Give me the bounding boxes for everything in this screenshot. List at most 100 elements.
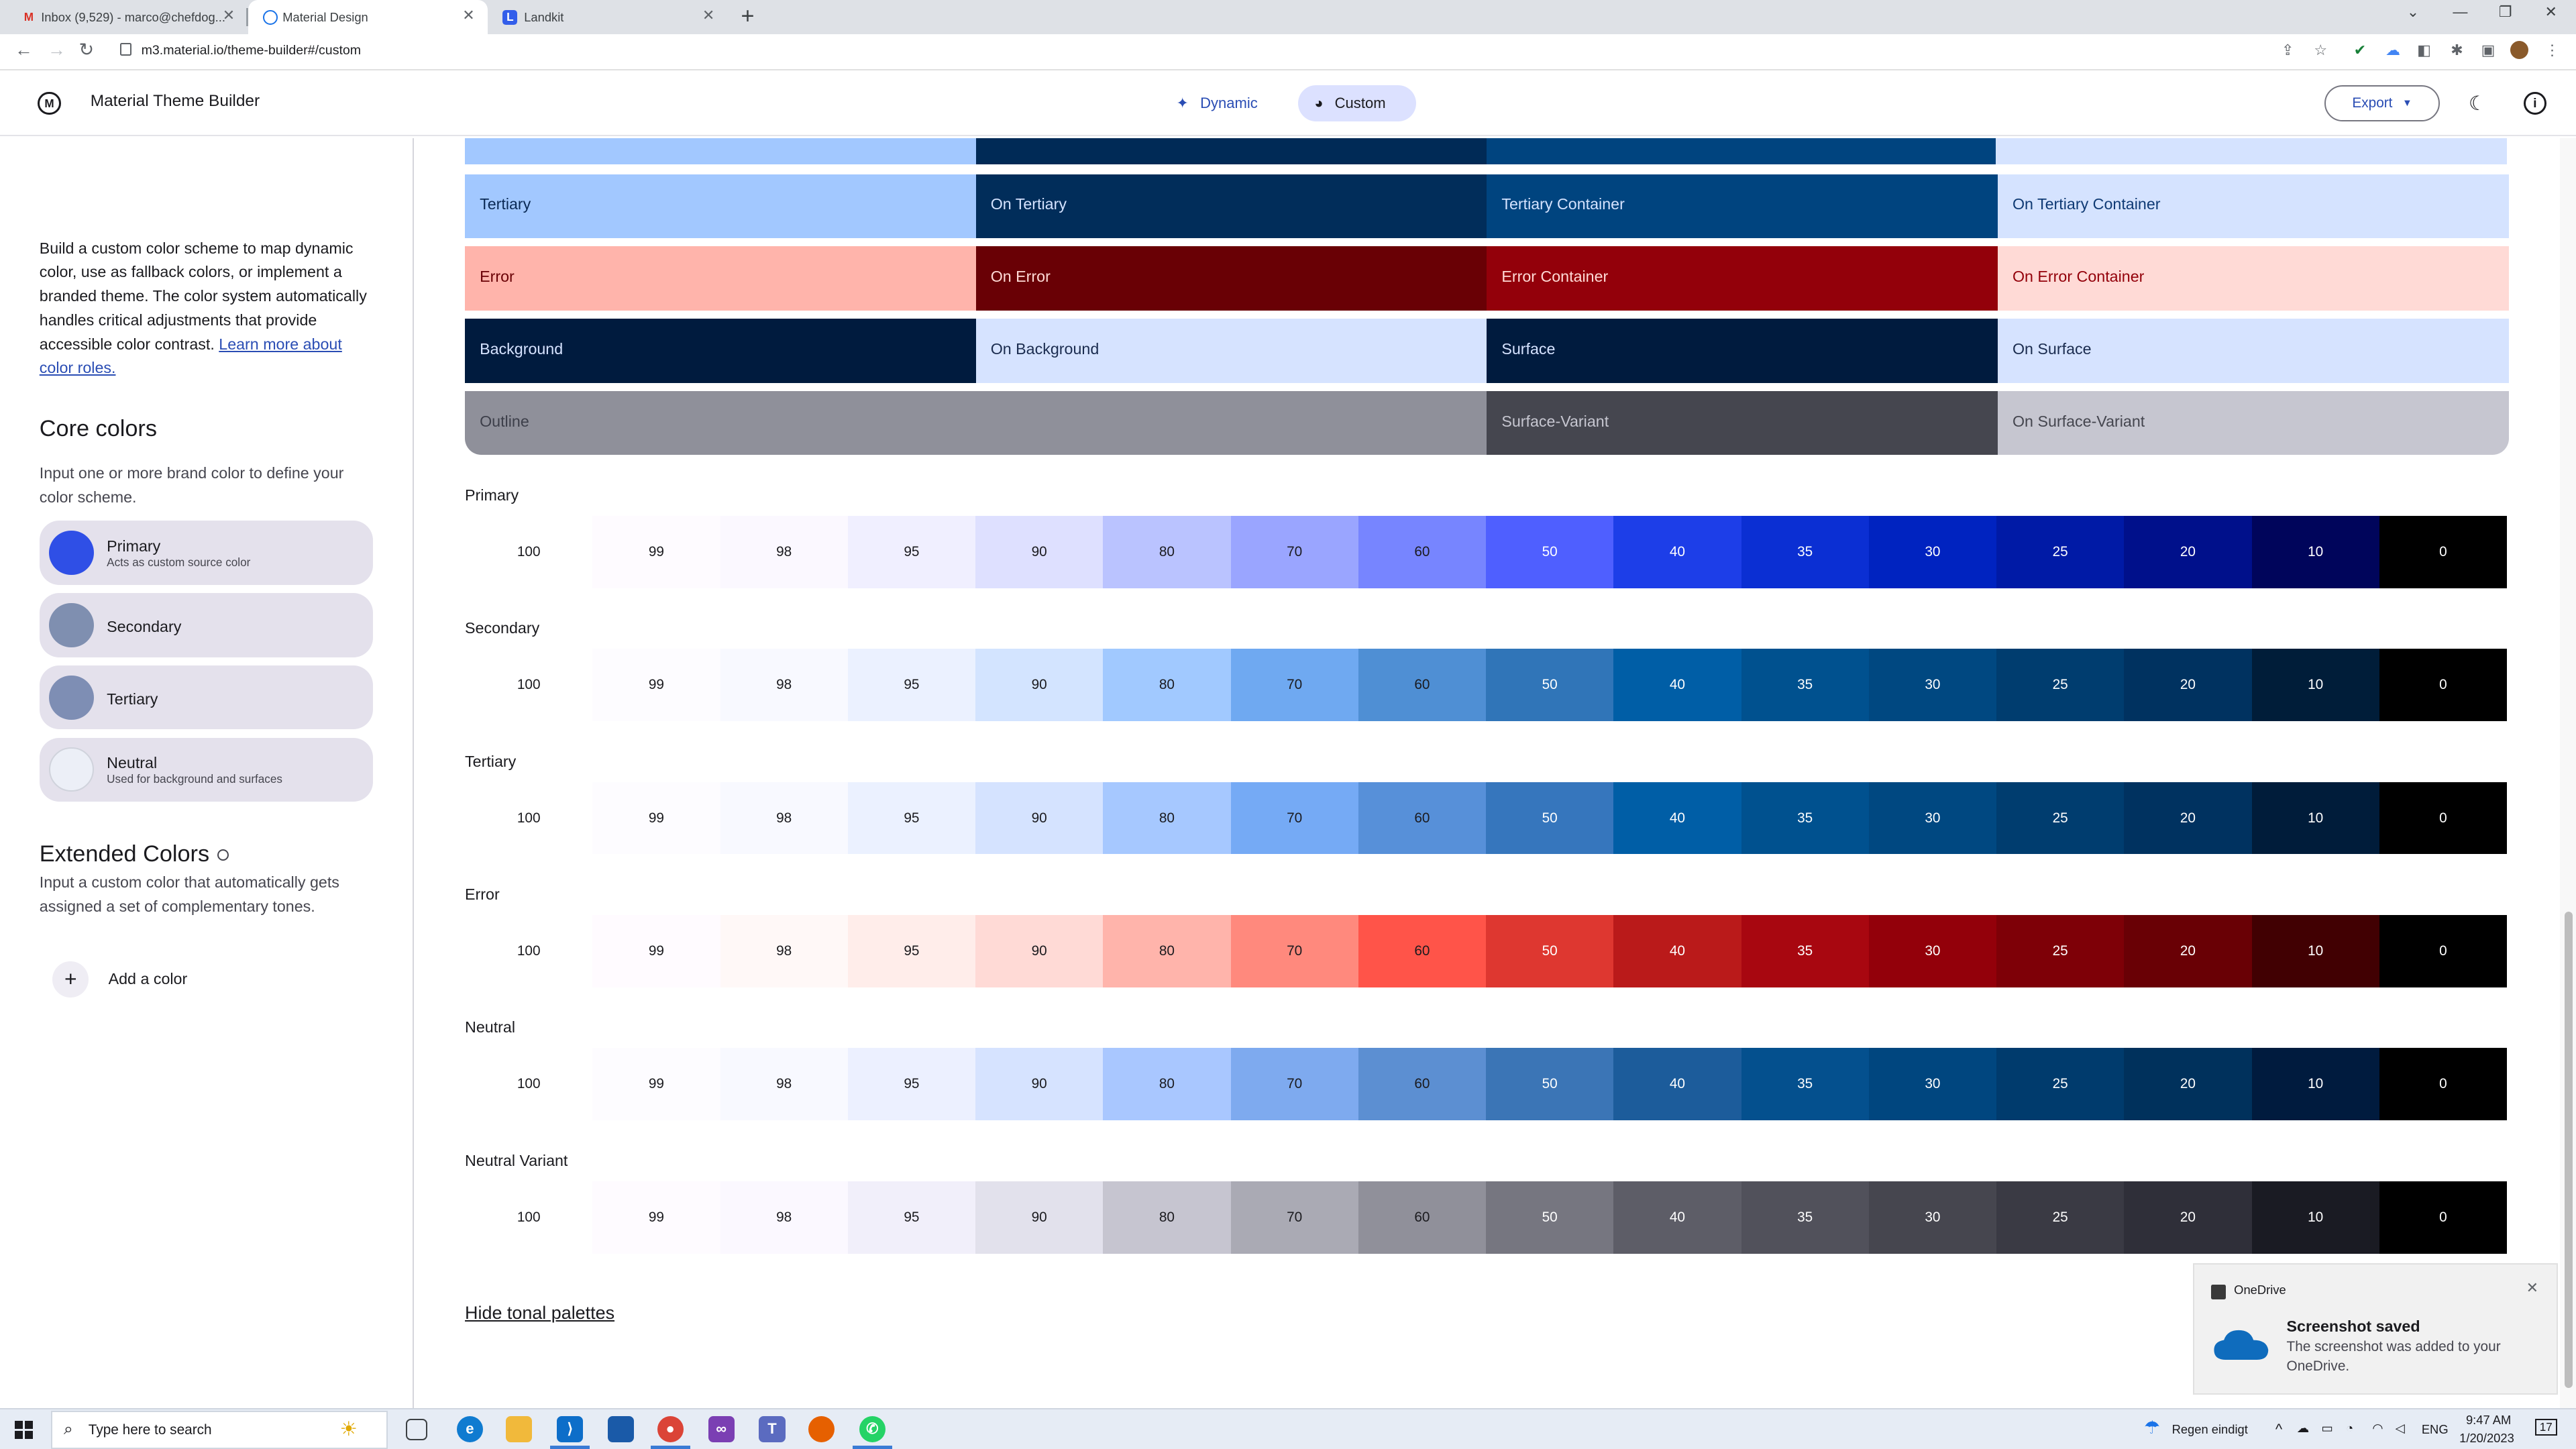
- volume-icon[interactable]: ◁: [2396, 1421, 2405, 1436]
- role-cell[interactable]: Tertiary: [465, 174, 976, 239]
- tone-swatch[interactable]: 70: [1230, 1048, 1358, 1121]
- dark-mode-icon[interactable]: ☾: [2466, 92, 2489, 115]
- tone-swatch[interactable]: 70: [1230, 515, 1358, 588]
- core-color-primary[interactable]: Primary Acts as custom source color: [39, 521, 373, 585]
- tone-swatch[interactable]: 35: [1741, 515, 1869, 588]
- tone-swatch[interactable]: 0: [2379, 649, 2508, 722]
- tab-material-design[interactable]: Material Design ✕: [248, 0, 488, 35]
- tone-swatch[interactable]: 99: [592, 782, 720, 855]
- info-icon[interactable]: [217, 849, 229, 861]
- role-cell[interactable]: Surface-Variant: [1487, 390, 1998, 455]
- tone-swatch[interactable]: 40: [1613, 1181, 1741, 1254]
- tone-swatch[interactable]: 20: [2124, 915, 2252, 987]
- notification-center-icon[interactable]: 17: [2534, 1419, 2557, 1436]
- tone-swatch[interactable]: 60: [1358, 1181, 1487, 1254]
- tone-swatch[interactable]: 20: [2124, 649, 2252, 722]
- color-swatch[interactable]: [49, 602, 94, 647]
- role-cell[interactable]: On Background: [975, 319, 1487, 383]
- tone-swatch[interactable]: 35: [1741, 1048, 1869, 1121]
- tone-swatch[interactable]: 95: [847, 1048, 976, 1121]
- tone-swatch[interactable]: 90: [975, 515, 1104, 588]
- tone-swatch[interactable]: 90: [975, 1048, 1104, 1121]
- file-explorer-icon[interactable]: [506, 1415, 533, 1442]
- tone-swatch[interactable]: 0: [2379, 915, 2508, 987]
- tone-swatch[interactable]: 30: [1868, 649, 1997, 722]
- tone-swatch[interactable]: 35: [1741, 782, 1869, 855]
- tone-swatch[interactable]: 98: [720, 782, 848, 855]
- extension-icon[interactable]: ◧: [2415, 41, 2433, 59]
- tone-swatch[interactable]: 60: [1358, 915, 1487, 987]
- tone-swatch[interactable]: 100: [465, 915, 593, 987]
- tone-swatch[interactable]: 80: [1103, 1048, 1231, 1121]
- role-cell[interactable]: On Tertiary: [975, 174, 1487, 239]
- role-cell[interactable]: Tertiary Container: [1487, 174, 1998, 239]
- tone-swatch[interactable]: 90: [975, 649, 1104, 722]
- tone-swatch[interactable]: 60: [1358, 649, 1487, 722]
- tone-swatch[interactable]: 60: [1358, 1048, 1487, 1121]
- tone-swatch[interactable]: 70: [1230, 915, 1358, 987]
- tone-swatch[interactable]: 10: [2251, 782, 2379, 855]
- tone-swatch[interactable]: 70: [1230, 782, 1358, 855]
- tone-swatch[interactable]: 20: [2124, 515, 2252, 588]
- core-color-neutral[interactable]: Neutral Used for background and surfaces: [39, 737, 373, 802]
- tray-chevron-icon[interactable]: ^: [2275, 1421, 2282, 1438]
- new-tab-icon[interactable]: +: [741, 3, 754, 30]
- dynamic-button[interactable]: ✦ Dynamic: [1160, 85, 1274, 121]
- tone-swatch[interactable]: 100: [465, 1048, 593, 1121]
- tone-swatch[interactable]: 50: [1486, 1181, 1614, 1254]
- tone-swatch[interactable]: 50: [1486, 649, 1614, 722]
- weather-text[interactable]: Regen eindigt: [2172, 1422, 2248, 1437]
- tone-swatch[interactable]: 10: [2251, 1048, 2379, 1121]
- tone-swatch[interactable]: 40: [1613, 649, 1741, 722]
- vscode-icon[interactable]: ⟩: [550, 1415, 590, 1449]
- restore-icon[interactable]: ❐: [2499, 3, 2512, 21]
- tone-swatch[interactable]: 99: [592, 649, 720, 722]
- tone-swatch[interactable]: 10: [2251, 915, 2379, 987]
- tone-swatch[interactable]: 30: [1868, 782, 1997, 855]
- tone-swatch[interactable]: 90: [975, 782, 1104, 855]
- whatsapp-icon[interactable]: ✆: [853, 1415, 892, 1449]
- close-window-icon[interactable]: ✕: [2545, 3, 2557, 21]
- hide-tonal-palettes-link[interactable]: Hide tonal palettes: [465, 1303, 614, 1324]
- tone-swatch[interactable]: 0: [2379, 1181, 2508, 1254]
- extension-icon[interactable]: ☁: [2383, 41, 2402, 59]
- tone-swatch[interactable]: 100: [465, 649, 593, 722]
- chrome-icon[interactable]: ●: [650, 1415, 690, 1449]
- tone-swatch[interactable]: 40: [1613, 1048, 1741, 1121]
- tone-swatch[interactable]: 98: [720, 1048, 848, 1121]
- tone-swatch[interactable]: 98: [720, 515, 848, 588]
- close-icon[interactable]: ✕: [2526, 1279, 2538, 1297]
- task-view-icon[interactable]: [405, 1419, 427, 1441]
- tone-swatch[interactable]: 100: [465, 782, 593, 855]
- tone-swatch[interactable]: 25: [1996, 782, 2125, 855]
- back-icon[interactable]: ←: [15, 40, 33, 60]
- onedrive-tray-icon[interactable]: ☁: [2297, 1421, 2309, 1436]
- edge-icon[interactable]: e: [456, 1415, 483, 1442]
- tab-landkit[interactable]: L Landkit ✕: [488, 0, 728, 34]
- tray-icon[interactable]: ◔: [2346, 1421, 2353, 1436]
- tone-swatch[interactable]: 95: [847, 915, 976, 987]
- tone-swatch[interactable]: 10: [2251, 649, 2379, 722]
- tone-swatch[interactable]: 50: [1486, 515, 1614, 588]
- tone-swatch[interactable]: 100: [465, 515, 593, 588]
- tone-swatch[interactable]: 30: [1868, 915, 1997, 987]
- tone-swatch[interactable]: 99: [592, 1048, 720, 1121]
- tone-swatch[interactable]: 95: [847, 1181, 976, 1254]
- tone-swatch[interactable]: 25: [1996, 515, 2125, 588]
- tone-swatch[interactable]: 50: [1486, 915, 1614, 987]
- language-indicator[interactable]: ENG: [2422, 1422, 2449, 1437]
- minimize-icon[interactable]: —: [2453, 3, 2467, 21]
- tone-swatch[interactable]: 30: [1868, 515, 1997, 588]
- tone-swatch[interactable]: 60: [1358, 515, 1487, 588]
- color-swatch[interactable]: [49, 747, 94, 792]
- role-cell[interactable]: Outline: [465, 390, 1487, 455]
- tone-swatch[interactable]: 20: [2124, 782, 2252, 855]
- tray-icon[interactable]: ▭: [2321, 1421, 2332, 1436]
- reload-icon[interactable]: ↻: [79, 40, 95, 60]
- forward-icon[interactable]: →: [48, 40, 66, 60]
- bookmark-star-icon[interactable]: ☆: [2312, 41, 2330, 59]
- tone-swatch[interactable]: 25: [1996, 649, 2125, 722]
- share-icon[interactable]: ⇪: [2279, 41, 2297, 59]
- tone-swatch[interactable]: 99: [592, 1181, 720, 1254]
- role-cell[interactable]: On Surface: [1997, 319, 2509, 383]
